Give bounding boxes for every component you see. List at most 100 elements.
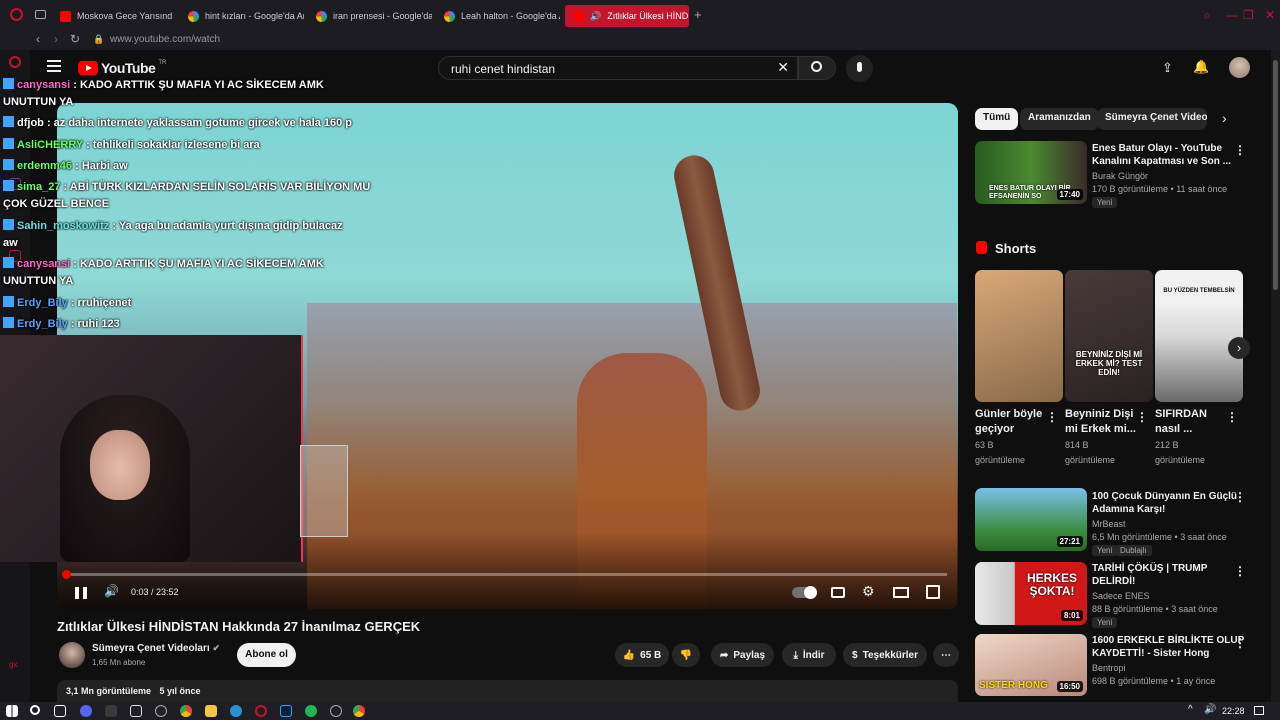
- settings-gear-icon[interactable]: ⚙: [862, 583, 875, 600]
- maximize-icon[interactable]: ❐: [1243, 8, 1254, 22]
- rec-thumbnail[interactable]: SISTER HONG 16:50: [975, 634, 1087, 696]
- rec-title[interactable]: 100 Çocuk Dünyanın En Güçlü Adamına Karş…: [1092, 490, 1237, 516]
- clear-search-icon[interactable]: ✕: [777, 59, 789, 76]
- download-button[interactable]: ⤓ İndir: [782, 643, 836, 667]
- minimize-icon[interactable]: —: [1226, 8, 1238, 22]
- app-icon[interactable]: [130, 705, 142, 717]
- description-box[interactable]: 3,1 Mn görüntüleme 5 yıl önce: [57, 680, 958, 702]
- short-thumbnail[interactable]: [975, 270, 1063, 402]
- spotify-icon[interactable]: [305, 705, 317, 717]
- like-button[interactable]: 👍 65 B: [615, 643, 669, 667]
- reload-icon[interactable]: ↻: [70, 32, 80, 46]
- subtitles-icon[interactable]: [831, 587, 845, 598]
- chip-all[interactable]: Tümü: [975, 108, 1019, 130]
- rec-thumbnail[interactable]: HERKES ŞOKTA! 8:01: [975, 562, 1087, 625]
- forward-icon[interactable]: ›: [54, 32, 58, 46]
- short-title[interactable]: Beyniniz Dişi mi Erkek mi...: [1065, 407, 1141, 437]
- chevron-right-icon[interactable]: ›: [1222, 110, 1227, 126]
- rec-thumbnail[interactable]: ENES BATUR OLAYI BİR EFSANENİN SO 17:40: [975, 141, 1087, 204]
- tab-moskova[interactable]: Moskova Gece Yarısınd: [52, 5, 176, 27]
- chip-channel[interactable]: Sümeyra Çenet Videoları: [1097, 108, 1207, 130]
- rec-thumbnail[interactable]: 27:21: [975, 488, 1087, 551]
- tab-iran-prensesi[interactable]: iran prensesi - Google'da: [308, 5, 432, 27]
- rec-channel[interactable]: MrBeast: [1092, 518, 1126, 530]
- progress-track[interactable]: [67, 573, 947, 576]
- upload-icon[interactable]: ⇪: [1162, 60, 1173, 76]
- more-vert-icon[interactable]: ⋮: [1234, 143, 1246, 157]
- chat-username: Erdy_Bily: [17, 297, 68, 309]
- rec-channel[interactable]: Sadece ENES: [1092, 590, 1150, 602]
- volume-icon[interactable]: 🔊: [104, 584, 119, 598]
- tab-leah-halton[interactable]: Leah halton - Google'da A: [436, 5, 560, 27]
- menu-icon[interactable]: [47, 60, 61, 72]
- obs-icon[interactable]: [155, 705, 167, 717]
- notification-center-icon[interactable]: [1254, 706, 1264, 715]
- progress-scrubber[interactable]: [62, 570, 71, 579]
- search-tabs-icon[interactable]: ⌕: [1204, 8, 1211, 23]
- notifications-bell-icon[interactable]: 🔔: [1193, 59, 1209, 75]
- channel-name[interactable]: Sümeyra Çenet Videoları ✔: [92, 643, 220, 654]
- autoplay-toggle[interactable]: [792, 586, 817, 599]
- chrome-icon[interactable]: [180, 705, 192, 717]
- sidebar-app-icon[interactable]: [9, 56, 21, 68]
- url-text[interactable]: www.youtube.com/watch: [110, 34, 220, 45]
- app-icon[interactable]: [105, 705, 117, 717]
- short-title[interactable]: Günler böyle geçiyor: [975, 407, 1051, 437]
- more-vert-icon[interactable]: ⋮: [1234, 564, 1246, 578]
- edge-icon[interactable]: [230, 705, 242, 717]
- windows-start-icon[interactable]: [6, 705, 18, 717]
- tab-overview-icon[interactable]: [35, 10, 46, 19]
- more-vert-icon[interactable]: ⋮: [1226, 410, 1238, 424]
- youtube-logo[interactable]: YouTube TR: [78, 60, 166, 76]
- sidebar-app-icon[interactable]: gx: [9, 660, 21, 672]
- voice-search-button[interactable]: [846, 55, 873, 82]
- page-scrollbar[interactable]: [1271, 50, 1280, 702]
- theater-mode-icon[interactable]: [893, 587, 909, 598]
- more-vert-icon[interactable]: ⋮: [1234, 490, 1246, 504]
- short-title-line: Günler böyle: [975, 408, 1043, 420]
- short-title[interactable]: SIFIRDAN nasıl ...: [1155, 407, 1231, 437]
- volume-tray-icon[interactable]: 🔊: [1204, 704, 1216, 715]
- more-vert-icon[interactable]: ⋮: [1046, 410, 1058, 424]
- rec-channel[interactable]: Bentropi: [1092, 662, 1126, 674]
- discord-icon[interactable]: [80, 705, 92, 717]
- tab-active-video[interactable]: 🔊 Zıtlıklar Ülkesi HİNDİS: [565, 5, 689, 27]
- task-view-icon[interactable]: [54, 705, 66, 717]
- chrome-icon[interactable]: [353, 705, 365, 717]
- share-button[interactable]: ➦ Paylaş: [711, 643, 774, 667]
- search-input[interactable]: ruhi cenet hindistan ✕: [438, 56, 798, 80]
- short-thumbnail[interactable]: BU YÜZDEN TEMBELSİN: [1155, 270, 1243, 402]
- subscribe-button[interactable]: Abone ol: [237, 643, 296, 667]
- like-count: 65 B: [640, 649, 662, 661]
- rec-title[interactable]: TARİHİ ÇÖKÜŞ | TRUMP DELİRDİ!: [1092, 562, 1207, 588]
- new-tab-icon[interactable]: +: [694, 7, 702, 22]
- clock[interactable]: 22:28: [1222, 706, 1245, 716]
- file-explorer-icon[interactable]: [205, 705, 217, 717]
- thanks-button[interactable]: $ Teşekkürler: [843, 643, 927, 667]
- rec-channel[interactable]: Burak Güngör: [1092, 170, 1148, 182]
- back-icon[interactable]: ‹: [36, 32, 40, 46]
- search-button[interactable]: [798, 56, 836, 80]
- opera-gx-icon[interactable]: [255, 705, 267, 717]
- system-tray-chevron-icon[interactable]: ^: [1188, 704, 1193, 715]
- channel-avatar[interactable]: [59, 642, 85, 668]
- more-vert-icon[interactable]: ⋮: [1136, 410, 1148, 424]
- more-actions-button[interactable]: ⋯: [933, 643, 959, 667]
- tab-hint-kizlari[interactable]: hint kızları - Google'da Ar: [180, 5, 304, 27]
- shorts-next-button[interactable]: ›: [1228, 337, 1250, 359]
- photoshop-icon[interactable]: [280, 705, 292, 717]
- thanks-icon: $: [852, 649, 858, 661]
- rec-title[interactable]: Enes Batur Olayı - YouTube Kanalını Kapa…: [1092, 142, 1231, 168]
- search-icon[interactable]: [30, 705, 40, 715]
- fullscreen-icon[interactable]: [926, 585, 940, 599]
- short-thumbnail[interactable]: BEYNİNİZ DİŞİ Mİ ERKEK Mİ? TEST EDİN!: [1065, 270, 1153, 402]
- dislike-button[interactable]: 👎: [672, 643, 700, 667]
- avatar[interactable]: [1229, 57, 1250, 78]
- close-icon[interactable]: ✕: [1265, 8, 1275, 22]
- opera-logo-icon[interactable]: [10, 8, 23, 21]
- pause-button[interactable]: [75, 587, 87, 599]
- chip-from-search[interactable]: Aramanızdan: [1020, 108, 1099, 130]
- more-vert-icon[interactable]: ⋮: [1234, 636, 1246, 650]
- app-icon[interactable]: [330, 705, 342, 717]
- rec-title[interactable]: 1600 ERKEKLE BİRLİKTE OLUP KAYDETTİ! - S…: [1092, 634, 1244, 660]
